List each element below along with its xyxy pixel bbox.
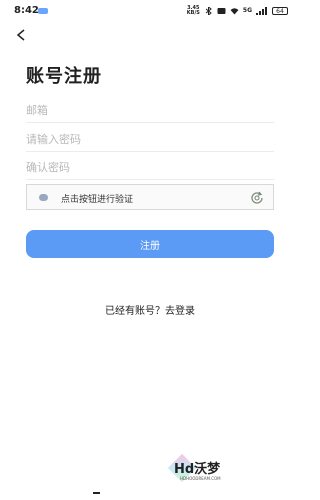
confirm-password-field-container [26,155,274,180]
refresh-icon[interactable] [249,190,265,206]
battery-indicator: 64 [272,7,288,15]
email-field-container [26,98,274,123]
network-speed: 3.45 KB/S [187,6,200,16]
go-login-link[interactable]: 已经有账号？去登录 [0,302,300,317]
back-button[interactable] [12,26,30,44]
verify-button[interactable]: 点击按钮进行验证 [26,184,274,210]
watermark-text: Hd沃梦 [174,462,221,477]
password-input[interactable] [26,127,274,151]
password-field-container [26,127,274,152]
page-title: 账号注册 [26,66,102,87]
watermark-logo: Hd沃梦 HDHOODREAM.COM [167,453,232,488]
app-notification-icon [38,8,48,14]
register-button[interactable]: 注册 [26,230,274,258]
signal-icon [256,7,267,15]
bluetooth-icon [205,7,212,15]
status-time: 8:42 [14,5,39,16]
network-type: 5G [242,7,252,14]
chevron-left-icon [16,29,25,41]
mute-icon [217,8,226,14]
verify-label: 点击按钮进行验证 [61,195,134,205]
status-bar: 8:42 3.45 KB/S 5G 64 [0,0,300,22]
home-indicator [93,492,100,494]
status-indicators: 3.45 KB/S 5G 64 [187,5,288,17]
register-screen: 8:42 3.45 KB/S 5G 64 账号注册 邮箱 点击按钮进行验证 注册… [0,0,300,500]
confirm-password-input[interactable] [26,155,274,179]
watermark-subtext: HDHOODREAM.COM [180,476,221,481]
wifi-icon [230,8,239,15]
email-input[interactable] [26,98,274,122]
network-speed-unit: KB/S [186,10,200,16]
verify-status-icon [39,194,48,201]
